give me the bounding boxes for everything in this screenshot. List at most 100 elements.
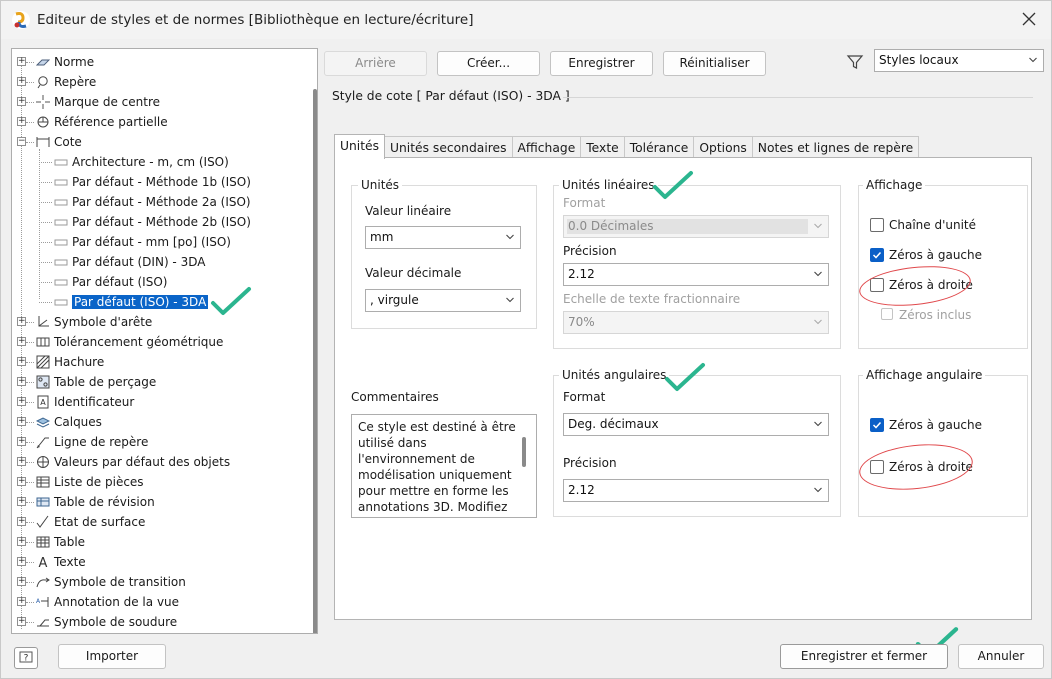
tree-item[interactable]: Tolérancement géométrique bbox=[36, 332, 223, 352]
expand-toggle-icon[interactable]: + bbox=[17, 617, 26, 626]
filter-icon[interactable] bbox=[846, 53, 864, 71]
tab-tolerance[interactable]: Tolérance bbox=[623, 136, 695, 159]
expand-toggle-icon[interactable]: + bbox=[17, 337, 26, 346]
tree-item[interactable]: Table de révision bbox=[36, 492, 155, 512]
tree-child-item[interactable]: Par défaut - Méthode 2b (ISO) bbox=[54, 212, 251, 232]
collapse-toggle-icon[interactable]: − bbox=[17, 137, 26, 146]
zeros-included-checkbox[interactable] bbox=[881, 308, 893, 320]
dimension-style-icon bbox=[54, 235, 68, 249]
tree-child-item[interactable]: Par défaut (ISO) bbox=[54, 272, 167, 292]
decimal-value-select[interactable]: , virgule bbox=[365, 289, 521, 312]
tree-child-item[interactable]: Par défaut (DIN) - 3DA bbox=[54, 252, 205, 272]
unit-string-label: Chaîne d'unité bbox=[889, 218, 977, 232]
format-select[interactable]: 0.0 Décimales bbox=[563, 215, 829, 238]
tree-item[interactable]: Etat de surface bbox=[36, 512, 145, 532]
help-button[interactable]: ? bbox=[14, 647, 38, 669]
expand-toggle-icon[interactable]: + bbox=[17, 437, 26, 446]
chevron-down-icon bbox=[506, 234, 514, 240]
expand-toggle-icon[interactable]: + bbox=[17, 357, 26, 366]
tree-item[interactable]: Ligne de repère bbox=[36, 432, 148, 452]
tree-item[interactable]: Symbole de soudure bbox=[36, 612, 177, 632]
tab-notes-leaders[interactable]: Notes et lignes de repère bbox=[751, 136, 920, 159]
expand-toggle-icon[interactable]: + bbox=[17, 577, 26, 586]
tab-text[interactable]: Texte bbox=[580, 136, 625, 159]
tree-connector bbox=[26, 482, 34, 483]
tree-item[interactable]: A Identificateur bbox=[36, 392, 134, 412]
chevron-down-icon bbox=[814, 223, 822, 229]
tree-item[interactable]: Marque de centre bbox=[36, 92, 160, 112]
tree-item[interactable]: Table de perçage bbox=[36, 372, 156, 392]
angular-format-select[interactable]: Deg. décimaux bbox=[563, 413, 829, 436]
tree-item[interactable]: Cote bbox=[36, 132, 82, 152]
expand-toggle-icon[interactable]: + bbox=[17, 517, 26, 526]
save-button[interactable]: Enregistrer bbox=[550, 51, 653, 76]
expand-toggle-icon[interactable]: + bbox=[17, 477, 26, 486]
leading-zeros-checkbox[interactable] bbox=[870, 248, 884, 262]
expand-toggle-icon[interactable]: + bbox=[17, 77, 26, 86]
tree-child-item[interactable]: Par défaut - Méthode 2a (ISO) bbox=[54, 192, 251, 212]
expand-toggle-icon[interactable]: + bbox=[17, 457, 26, 466]
tree-item[interactable]: Table bbox=[36, 532, 85, 552]
expand-toggle-icon[interactable]: + bbox=[17, 557, 26, 566]
fraction-scale-select[interactable]: 70% bbox=[563, 311, 829, 334]
import-button[interactable]: Importer bbox=[58, 644, 166, 669]
tree-child-item[interactable]: Par défaut - mm [po] (ISO) bbox=[54, 232, 231, 252]
back-button[interactable]: Arrière bbox=[324, 51, 427, 76]
tree-connector bbox=[39, 242, 52, 243]
tab-display[interactable]: Affichage bbox=[511, 136, 582, 159]
tree-item[interactable]: Symbole d'arête bbox=[36, 312, 152, 332]
tree-connector bbox=[26, 122, 34, 123]
tree-connector bbox=[26, 622, 34, 623]
expand-toggle-icon[interactable]: + bbox=[17, 317, 26, 326]
tree-item-label: Hachure bbox=[54, 355, 105, 369]
tree-item[interactable]: Référence partielle bbox=[36, 112, 168, 132]
tree-connector bbox=[39, 162, 52, 163]
tree-child-item[interactable]: Par défaut (ISO) - 3DA bbox=[54, 292, 209, 312]
tree-item[interactable]: A Texte bbox=[36, 552, 86, 572]
tree-scrollbar[interactable] bbox=[313, 89, 317, 633]
tree-item-label: Par défaut (ISO) bbox=[72, 275, 168, 289]
create-button[interactable]: Créer... bbox=[437, 51, 540, 76]
precision-select[interactable]: 2.12 bbox=[563, 263, 829, 286]
comments-scrollbar[interactable] bbox=[522, 437, 526, 467]
tab-options[interactable]: Options bbox=[693, 136, 753, 159]
expand-toggle-icon[interactable]: + bbox=[17, 497, 26, 506]
comments-textarea[interactable]: Ce style est destiné à être utilisé dans… bbox=[351, 414, 537, 518]
dimension-style-icon bbox=[54, 275, 68, 289]
tree-item[interactable]: Valeurs par défaut des objets bbox=[36, 452, 230, 472]
angular-leading-zeros-checkbox[interactable] bbox=[870, 418, 884, 432]
tree-item-label: Table de révision bbox=[54, 495, 155, 509]
expand-toggle-icon[interactable]: + bbox=[17, 117, 26, 126]
tree-child-item[interactable]: Architecture - m, cm (ISO) bbox=[54, 152, 229, 172]
tree-child-item[interactable]: Par défaut - Méthode 1b (ISO) bbox=[54, 172, 251, 192]
reset-button[interactable]: Réinitialiser bbox=[663, 51, 766, 76]
expand-toggle-icon[interactable]: + bbox=[17, 397, 26, 406]
angular-precision-select[interactable]: 2.12 bbox=[563, 479, 829, 502]
expand-toggle-icon[interactable]: + bbox=[17, 57, 26, 66]
tree-item[interactable]: Calques bbox=[35, 412, 102, 432]
tab-secondary-units[interactable]: Unités secondaires bbox=[384, 136, 513, 159]
expand-toggle-icon[interactable]: + bbox=[17, 417, 26, 426]
tree-item[interactable]: Hachure bbox=[36, 352, 104, 372]
expand-toggle-icon[interactable]: + bbox=[17, 597, 26, 606]
style-filter-select[interactable]: Styles locaux bbox=[874, 49, 1044, 72]
tree-item[interactable]: Norme bbox=[35, 52, 94, 72]
tree-item[interactable]: A Annotation de la vue bbox=[36, 592, 179, 612]
tree-item-label: Symbole d'arête bbox=[54, 315, 153, 329]
style-tree[interactable]: + Norme + Repère + Marque de centre + Référence… bbox=[11, 48, 318, 634]
expand-toggle-icon[interactable]: + bbox=[17, 377, 26, 386]
tree-item[interactable]: Liste de pièces bbox=[36, 472, 144, 492]
tree-connector bbox=[26, 362, 34, 363]
cancel-button[interactable]: Annuler bbox=[958, 644, 1044, 669]
tab-units[interactable]: Unités bbox=[334, 134, 386, 159]
expand-toggle-icon[interactable]: + bbox=[17, 97, 26, 106]
linear-value-select[interactable]: mm bbox=[365, 226, 521, 249]
tree-item[interactable]: Repère bbox=[36, 72, 96, 92]
tree-connector bbox=[26, 582, 34, 583]
unit-string-checkbox[interactable] bbox=[870, 218, 884, 232]
linear-value-label: Valeur linéaire bbox=[365, 204, 452, 218]
save-and-close-button[interactable]: Enregistrer et fermer bbox=[780, 644, 948, 669]
expand-toggle-icon[interactable]: + bbox=[17, 537, 26, 546]
close-icon[interactable] bbox=[1019, 9, 1039, 29]
tree-item[interactable]: Symbole de transition bbox=[36, 572, 186, 592]
